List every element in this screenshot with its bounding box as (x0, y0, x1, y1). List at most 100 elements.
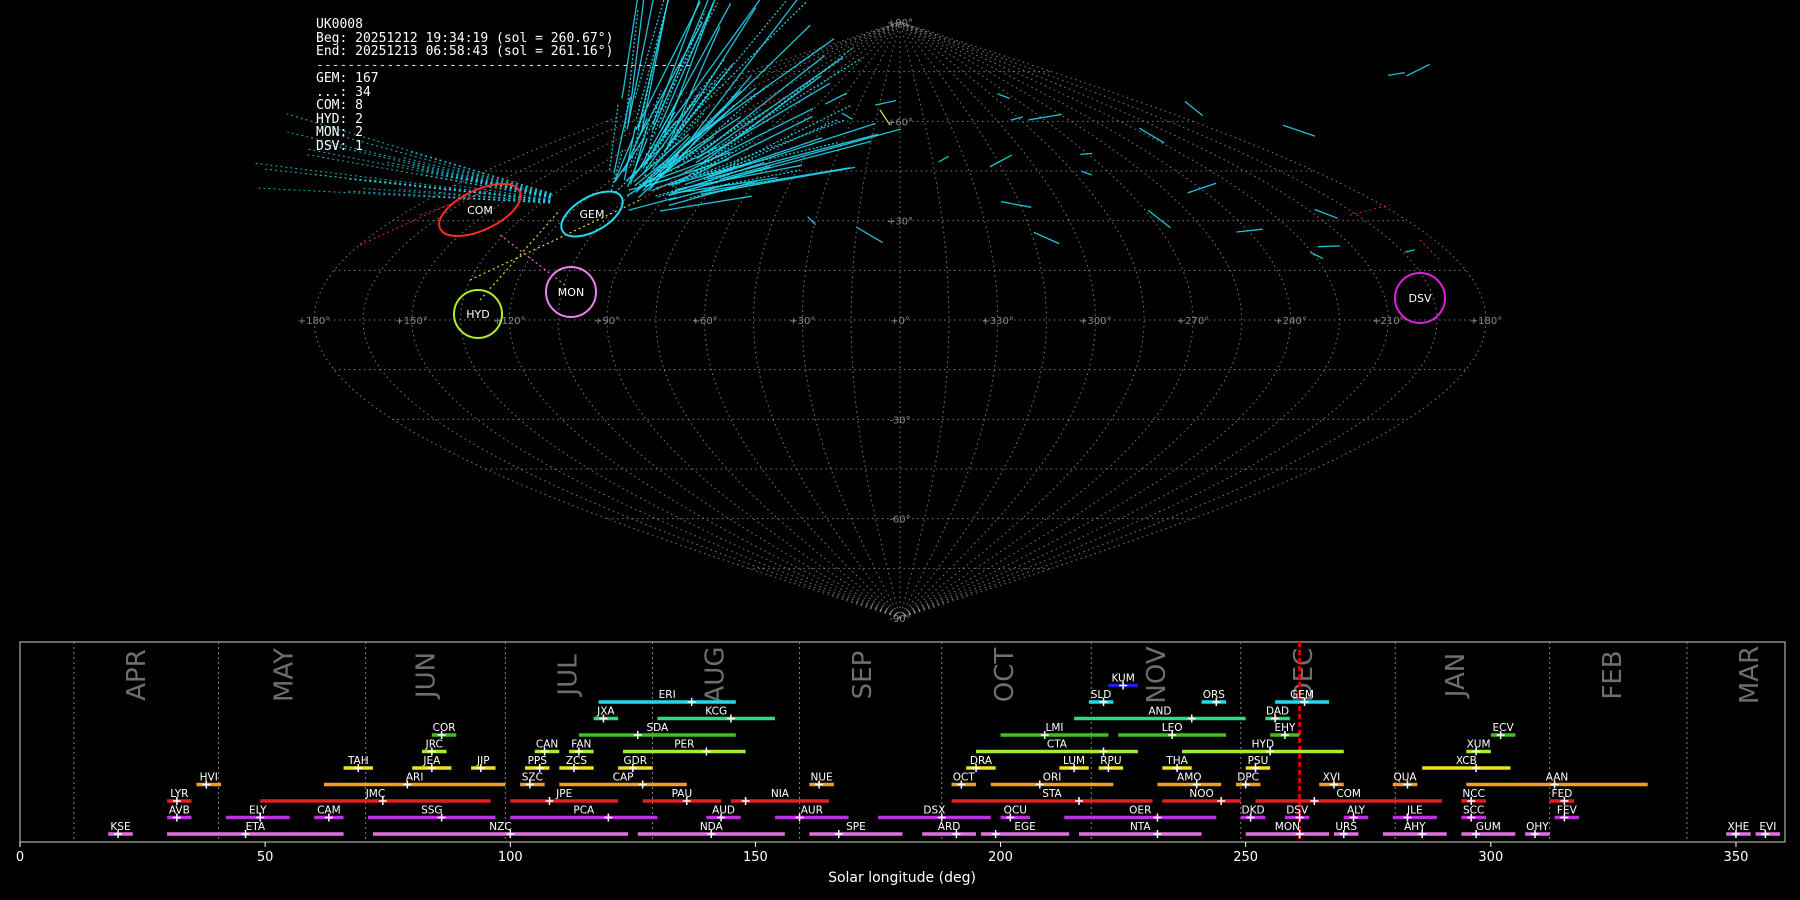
shower-label: HVI (200, 772, 218, 784)
meteor-track (1147, 209, 1171, 229)
x-tick-label: 50 (257, 850, 274, 865)
meteor-track (1028, 113, 1062, 121)
shower-aly: ALY (1343, 805, 1369, 822)
shower-label: ARI (406, 772, 424, 784)
meteor-track (856, 226, 884, 244)
shower-label: GEM (1290, 689, 1314, 701)
meteor-track (1419, 239, 1441, 261)
shower-label: XHE (1728, 821, 1750, 833)
shower-label: PSU (1248, 755, 1269, 767)
shower-label: AMO (1177, 772, 1202, 784)
meteor-track (1236, 228, 1263, 233)
shower-label: COR (433, 722, 456, 734)
meteor-track (1081, 170, 1092, 176)
shower-lum: LUM (1059, 755, 1089, 772)
shower-kse: KSE (108, 821, 133, 838)
shower-label: AVB (169, 805, 190, 817)
shower-label: ERI (659, 689, 676, 701)
shower-label: QUA (1393, 772, 1417, 784)
meteor-track (989, 154, 1013, 168)
shower-label: SCC (1463, 805, 1484, 817)
shower-counts: GEM: 167...: 34 COM: 8 HYD: 2 MON: 2 DSV: 1 (316, 72, 692, 153)
shower-label: NUE (811, 772, 833, 784)
meteor-track (1184, 100, 1204, 117)
shower-label: PCA (573, 805, 595, 817)
ra-label: +240° (1274, 316, 1306, 327)
shower-label: NTA (1130, 821, 1151, 833)
shower-label: PAU (672, 788, 693, 800)
meteor-track (700, 55, 826, 154)
meteor-track (305, 148, 551, 198)
shower-rpu: RPU (1098, 755, 1124, 772)
ra-label: +60° (692, 316, 718, 327)
count-hyd: HYD: 2 (316, 111, 363, 127)
radiant-markers: COM GEM HYD MON DSV (438, 183, 1446, 339)
shower-label: LUM (1063, 755, 1085, 767)
meteor-track (1080, 152, 1093, 155)
x-tick-label: 350 (1724, 850, 1749, 865)
shower-hvi: HVI (196, 772, 222, 789)
shower-jrc: JRC (422, 739, 447, 756)
shower-label: RPU (1100, 755, 1121, 767)
ra-label: +90° (594, 316, 620, 327)
shower-label: THA (1165, 755, 1188, 767)
shower-label: CAP (613, 772, 634, 784)
meteor-track (1310, 251, 1323, 259)
shower-xum: XUM (1466, 739, 1491, 756)
shower-label: URS (1335, 821, 1357, 833)
dec-label: +30° (887, 217, 913, 228)
ra-label: +30° (789, 316, 815, 327)
shower-label: JXA (596, 706, 615, 718)
meteor-track (824, 92, 848, 105)
shower-label: ECV (1493, 722, 1515, 734)
shower-label: JIP (476, 755, 490, 767)
shower-label: JEA (422, 755, 441, 767)
meteor-track (668, 180, 758, 207)
count-com: COM: 8 (316, 98, 363, 113)
x-tick-label: 150 (743, 850, 768, 865)
shower-fan: FAN (569, 739, 594, 756)
meteor-track (720, 128, 901, 180)
month-label-mar: MAR (1735, 646, 1765, 704)
shower-label: GDR (624, 755, 648, 767)
month-label-apr: APR (122, 649, 152, 701)
dec-label: -30° (889, 415, 910, 426)
shower-tha: THA (1162, 755, 1192, 772)
ra-label: +180° (1470, 316, 1502, 327)
shower-label: KCG (705, 706, 727, 718)
shower-oct: OCT (951, 772, 977, 789)
shower-label: EVI (1759, 821, 1776, 833)
shower-label: CAM (317, 805, 341, 817)
meteor-track (1187, 182, 1217, 194)
shower-label: FED (1552, 788, 1573, 800)
meteor-track (688, 169, 801, 193)
shower-dkd: DKD (1240, 805, 1266, 822)
month-label-jul: JUL (554, 654, 584, 698)
shower-can: CAN (534, 739, 560, 756)
info-separator: ----------------------------------------… (316, 57, 692, 73)
shower-timeline-chart: APR MAY JUN JUL AUG SEP OCT NOV DEC JAN FEB MAR KUM… (16, 641, 1786, 886)
shower-label: SSG (421, 805, 442, 817)
shower-label: JRC (425, 739, 443, 751)
x-tick-label: 200 (988, 850, 1013, 865)
shower-label: SDA (646, 722, 669, 734)
shower-label: AAN (1546, 772, 1569, 784)
meteor-track (453, 168, 552, 196)
shower-xvi: XVI (1319, 772, 1344, 789)
month-label-may: MAY (269, 648, 299, 702)
shower-label: JMC (365, 788, 386, 800)
shower-label: OHY (1526, 821, 1549, 833)
shower-urs: URS (1333, 821, 1359, 838)
meteor-track (841, 112, 853, 120)
shower-label: NCC (1462, 788, 1485, 800)
meteor-track (1387, 72, 1405, 76)
meteor-track (938, 155, 950, 163)
shower-label: KUM (1111, 673, 1134, 685)
shower-label: OCT (953, 772, 976, 784)
shower-label: KSE (110, 821, 130, 833)
shower-label: FAN (571, 739, 591, 751)
shower-ecv: ECV (1490, 722, 1516, 739)
ra-label: +270° (1177, 316, 1209, 327)
meteor-track (673, 1, 808, 134)
dec-label: -90° (889, 614, 910, 625)
